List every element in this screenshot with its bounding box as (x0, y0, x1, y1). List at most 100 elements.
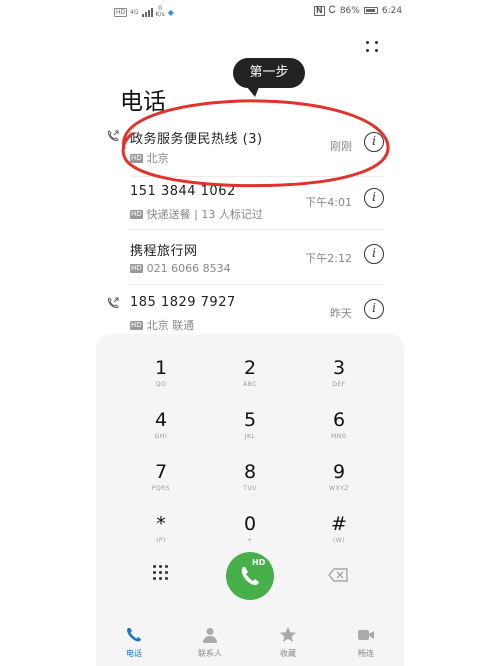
dial-key-9[interactable]: 9 WXYZ (294, 460, 384, 510)
caller-name: 携程旅行网 (130, 244, 198, 259)
divider (130, 284, 384, 285)
status-bar: HD 4G 0 K/s ◆ N Ꮯ 86% 6:24 (0, 0, 500, 26)
step-tooltip: 第一步 (233, 58, 305, 97)
star-icon (280, 627, 296, 642)
nav-label: 收藏 (280, 649, 296, 658)
hd-badge: HD (114, 7, 128, 17)
key-digit: 0 (243, 513, 257, 535)
key-digit: 5 (243, 409, 257, 431)
caller-subtitle: HD 021 6066 8534 (130, 262, 231, 275)
key-letters: + (247, 537, 253, 544)
clock: 6:24 (381, 5, 403, 16)
call-log-row[interactable]: 政务服务便民热线 (3) HD 北京 刚刚 i (102, 124, 402, 178)
dial-key-1[interactable]: 1 QO (116, 356, 206, 406)
status-left: HD 4G 0 K/s ◆ (114, 6, 174, 18)
status-right: N Ꮯ 86% 6:24 (314, 5, 402, 16)
call-info-button[interactable]: i (364, 299, 384, 319)
call-time: 下午4:01 (305, 196, 352, 209)
page-title: 电话 (120, 89, 166, 115)
dial-key-2[interactable]: 2 ABC (205, 356, 295, 406)
nav-label: 联系人 (198, 649, 222, 658)
call-time: 刚刚 (330, 140, 352, 153)
key-letters: TUV (243, 485, 257, 492)
net-speed-unit: K/s (155, 11, 165, 18)
key-digit: * (156, 513, 166, 535)
contacts-icon (203, 628, 217, 643)
dial-key-3[interactable]: 3 DEF (294, 356, 384, 406)
call-info-button[interactable]: i (364, 244, 384, 264)
signal-icon (141, 7, 153, 17)
caller-subtitle-text: 021 6066 8534 (146, 262, 231, 275)
key-letters: GHI (154, 433, 168, 440)
bottom-nav: 电话 联系人 收藏 畅连 (96, 620, 404, 666)
key-digit: # (331, 513, 347, 535)
call-time: 昨天 (330, 307, 352, 320)
key-letters: WXYZ (329, 485, 349, 492)
outgoing-call-icon (107, 297, 119, 309)
caller-subtitle: HD 快递送餐 | 13 人标记过 (130, 206, 263, 222)
dial-key-5[interactable]: 5 JKL (205, 408, 295, 458)
nav-tab-phone[interactable]: 电话 (104, 626, 164, 659)
dial-key-6[interactable]: 6 MNO (294, 408, 384, 458)
key-digit: 8 (243, 461, 257, 483)
bluetooth-icon: Ꮯ (328, 5, 336, 16)
hd-tag: HD (130, 209, 143, 219)
key-digit: 3 (332, 357, 346, 379)
shield-icon: ◆ (167, 7, 174, 17)
caller-name: 151 3844 1062 (130, 184, 236, 199)
signal-type: 4G (130, 8, 139, 16)
key-digit: 2 (243, 357, 257, 379)
dial-key-8[interactable]: 8 TUV (205, 460, 295, 510)
key-letters: DEF (332, 381, 346, 388)
caller-subtitle: HD 北京 联通 (130, 317, 194, 333)
more-options-button[interactable] (362, 38, 384, 58)
divider (130, 229, 384, 230)
battery-icon (363, 7, 378, 14)
hd-tag: HD (130, 320, 143, 330)
call-info-button[interactable]: i (364, 188, 384, 208)
key-digit: 7 (154, 461, 168, 483)
caller-name: 185 1829 7927 (130, 295, 236, 310)
dialpad-toggle-button[interactable] (152, 564, 170, 582)
phone-icon (127, 628, 141, 642)
nav-label: 畅连 (358, 649, 374, 658)
key-digit: 1 (154, 357, 168, 379)
key-letters: PQRS (151, 485, 171, 492)
dial-key-7[interactable]: 7 PQRS (116, 460, 206, 510)
key-letters: (W) (332, 537, 346, 544)
key-digit: 4 (154, 409, 168, 431)
call-time: 下午2:12 (305, 252, 352, 265)
dial-key-star[interactable]: * (P) (116, 512, 206, 562)
caller-name: 政务服务便民热线 (3) (130, 132, 263, 147)
caller-subtitle-text: 快递送餐 | 13 人标记过 (146, 208, 263, 221)
phone-icon (241, 567, 259, 585)
dial-key-hash[interactable]: # (W) (294, 512, 384, 562)
nfc-icon: N (314, 5, 325, 16)
outgoing-call-icon (107, 130, 119, 142)
call-button[interactable]: HD (226, 552, 274, 600)
dialpad: 1 QO 2 ABC 3 DEF 4 GHI 5 JKL 6 MNO 7 PQR… (96, 334, 404, 620)
backspace-button[interactable] (328, 568, 348, 582)
call-log-row[interactable]: 携程旅行网 HD 021 6066 8534 下午2:12 i (102, 236, 402, 290)
phone-app-screen: HD 4G 0 K/s ◆ N Ꮯ 86% 6:24 第一步 电话 政务服务便民… (0, 0, 500, 666)
key-letters: (P) (156, 537, 166, 544)
caller-subtitle: HD 北京 (130, 150, 169, 166)
battery-percent: 86% (339, 5, 360, 16)
key-digit: 9 (332, 461, 346, 483)
call-info-button[interactable]: i (364, 132, 384, 152)
nav-tab-favorites[interactable]: 收藏 (258, 626, 318, 659)
nav-label: 电话 (126, 649, 142, 658)
call-log-row[interactable]: 151 3844 1062 HD 快递送餐 | 13 人标记过 下午4:01 i (102, 180, 402, 234)
nav-tab-meetime[interactable]: 畅连 (336, 626, 396, 659)
key-digit: 6 (332, 409, 346, 431)
hd-tag: HD (130, 264, 143, 273)
net-speed: 0 K/s (156, 6, 165, 18)
key-letters: QO (155, 381, 167, 388)
key-letters: JKL (244, 433, 256, 440)
dial-key-4[interactable]: 4 GHI (116, 408, 206, 458)
hd-tag: HD (130, 153, 143, 163)
divider (130, 176, 384, 177)
key-letters: MNO (331, 433, 347, 440)
nav-tab-contacts[interactable]: 联系人 (180, 626, 240, 659)
call-hd-badge: HD (252, 558, 266, 567)
